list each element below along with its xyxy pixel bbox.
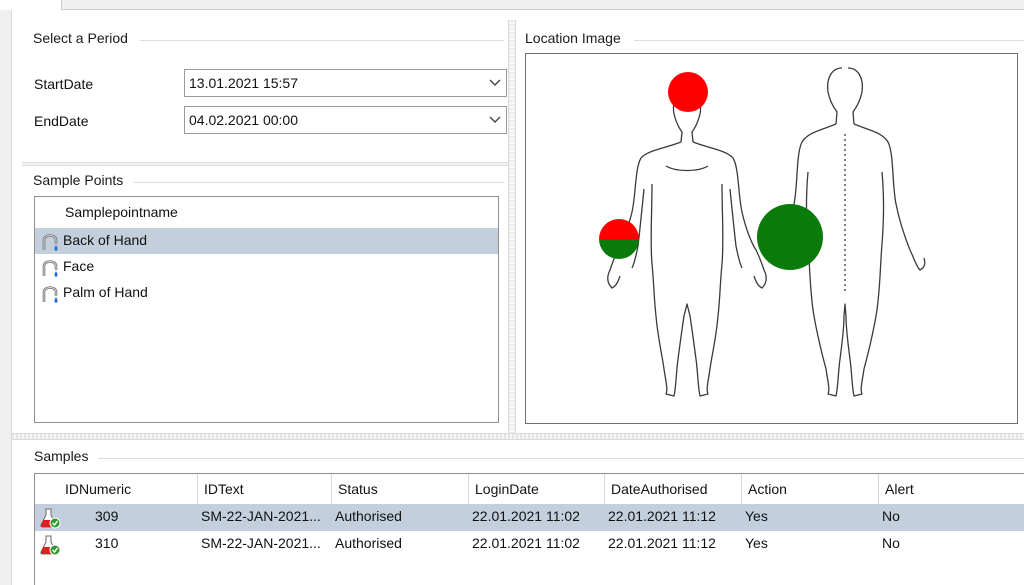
period-group-title: Select a Period — [33, 30, 128, 46]
cell-logindate: 22.01.2021 11:02 — [472, 508, 580, 524]
sample-row[interactable]: 310 SM-22-JAN-2021... Authorised 22.01.2021… — [35, 531, 1024, 558]
cell-idtext: SM-22-JAN-2021... — [201, 535, 321, 551]
body-map-image — [599, 67, 926, 397]
start-date-combo[interactable]: 13.01.2021 15:57 — [184, 69, 507, 97]
samples-line — [98, 458, 1024, 459]
samples-grid-header: IDNumeric IDText Status LoginDate DateAuthor… — [35, 474, 1024, 504]
column-header-logindate[interactable]: LoginDate — [468, 474, 604, 504]
cell-logindate: 22.01.2021 11:02 — [472, 535, 580, 551]
column-header-status[interactable]: Status — [331, 474, 468, 504]
cell-alert: No — [882, 535, 900, 551]
column-header-idnumeric[interactable]: IDNumeric — [35, 474, 197, 504]
start-date-label: StartDate — [34, 76, 94, 92]
left-edge — [0, 10, 12, 585]
end-date-label: EndDate — [34, 113, 89, 129]
cell-alert: No — [882, 508, 900, 524]
face-marker[interactable] — [668, 72, 708, 112]
sample-point-icon — [42, 286, 58, 303]
sample-point-row[interactable]: Back of Hand — [35, 228, 498, 254]
column-header-dateauthorised[interactable]: DateAuthorised — [604, 474, 741, 504]
location-image-line — [634, 40, 1024, 41]
cell-status: Authorised — [335, 535, 402, 551]
cell-idtext: SM-22-JAN-2021... — [201, 508, 321, 524]
vertical-splitter[interactable] — [508, 20, 516, 435]
samples-title: Samples — [34, 448, 89, 464]
chevron-down-icon[interactable] — [488, 112, 502, 126]
start-date-value: 13.01.2021 15:57 — [189, 75, 298, 91]
sample-point-row[interactable]: Palm of Hand — [35, 280, 498, 306]
end-date-value: 04.02.2021 00:00 — [189, 112, 298, 128]
chevron-down-icon[interactable] — [488, 75, 502, 89]
period-group-line — [140, 40, 504, 41]
palm-of-hand-marker[interactable] — [757, 204, 823, 270]
sample-point-icon — [42, 260, 58, 277]
column-header-idtext[interactable]: IDText — [197, 474, 331, 504]
sample-points-line — [134, 182, 504, 183]
sample-point-icon — [42, 234, 58, 251]
column-header-alert[interactable]: Alert — [878, 474, 1024, 504]
column-header-action[interactable]: Action — [741, 474, 878, 504]
back-of-hand-marker[interactable] — [599, 219, 639, 259]
tab-edge — [0, 0, 62, 10]
location-image — [525, 53, 1018, 424]
cell-action: Yes — [745, 508, 768, 524]
location-image-title: Location Image — [525, 30, 621, 46]
cell-idnumeric: 310 — [95, 535, 119, 551]
top-tab-strip — [0, 0, 1024, 10]
sample-point-row[interactable]: Face — [35, 254, 498, 280]
sample-point-label: Back of Hand — [63, 232, 148, 248]
sample-points-list[interactable]: Samplepointname Back of Hand Face Palm of … — [34, 196, 499, 423]
horizontal-splitter[interactable] — [12, 433, 1024, 440]
sample-point-label: Palm of Hand — [63, 284, 148, 300]
sample-row[interactable]: 309 SM-22-JAN-2021... Authorised 22.01.2021… — [35, 504, 1024, 531]
cell-idnumeric: 309 — [95, 508, 119, 524]
period-separator — [22, 162, 508, 166]
sample-points-title: Sample Points — [33, 172, 124, 188]
cell-status: Authorised — [335, 508, 402, 524]
samplepointname-header[interactable]: Samplepointname — [35, 197, 498, 227]
cell-dateauthorised: 22.01.2021 11:12 — [608, 535, 716, 551]
sample-point-label: Face — [63, 258, 95, 274]
samples-grid[interactable]: IDNumeric IDText Status LoginDate DateAuthor… — [34, 473, 1024, 585]
cell-action: Yes — [745, 535, 768, 551]
end-date-combo[interactable]: 04.02.2021 00:00 — [184, 106, 507, 134]
cell-dateauthorised: 22.01.2021 11:12 — [608, 508, 716, 524]
